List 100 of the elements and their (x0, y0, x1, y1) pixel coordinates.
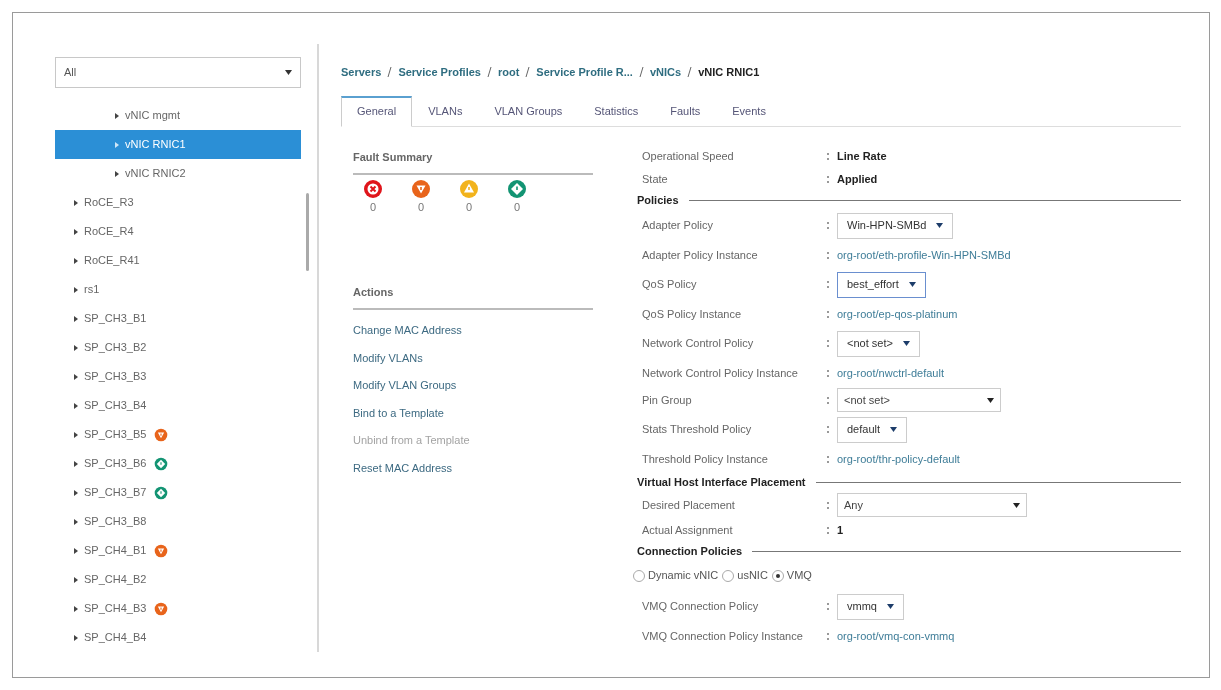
fault-count: 0 (369, 200, 377, 215)
expand-icon[interactable] (74, 460, 78, 467)
tree-item[interactable]: SP_CH3_B8 (55, 507, 301, 536)
tree-item[interactable]: rs1 (55, 275, 301, 304)
tree-item[interactable]: SP_CH4_B2 (55, 565, 301, 594)
tab[interactable]: VLAN Groups (478, 95, 579, 127)
fault-count: 0 (417, 200, 425, 215)
breadcrumb-link[interactable]: root (497, 64, 520, 81)
tree-item[interactable]: SP_CH4_B3 (55, 594, 301, 623)
breadcrumb-link[interactable]: Service Profile R... (536, 64, 633, 81)
field-label: Adapter Policy (641, 218, 714, 234)
expand-icon[interactable] (74, 257, 78, 264)
tree-label: vNIC RNIC1 (125, 137, 186, 153)
field-label: Threshold Policy Instance (641, 451, 769, 467)
tab[interactable]: Statistics (578, 95, 655, 127)
caret-icon (886, 604, 894, 609)
expand-icon[interactable] (74, 373, 78, 380)
tree-item[interactable]: vNIC RNIC2 (55, 159, 301, 188)
dropdown[interactable]: Any (837, 493, 1027, 517)
dropdown[interactable]: best_effort (837, 271, 926, 298)
expand-icon[interactable] (74, 576, 78, 583)
field-label: VMQ Connection Policy Instance (641, 628, 804, 644)
breadcrumb-link[interactable]: Service Profiles (398, 64, 481, 81)
dropdown[interactable]: default (837, 416, 908, 443)
instance-link[interactable]: org-root/ep-qos-platinum (837, 305, 958, 323)
expand-icon[interactable] (74, 605, 78, 612)
tree-item[interactable]: RoCE_R3 (55, 188, 301, 217)
radio-label: usNIC (737, 568, 768, 584)
tree-item[interactable]: SP_CH4_B1 (55, 536, 301, 565)
field-label: Pin Group (641, 392, 693, 408)
tree-item[interactable]: vNIC RNIC1 (55, 130, 301, 159)
expand-icon[interactable] (74, 286, 78, 293)
dropdown[interactable]: vmmq (837, 593, 904, 620)
expand-icon[interactable] (74, 431, 78, 438)
tree-item[interactable]: SP_CH3_B6 (55, 449, 301, 478)
breadcrumb-link[interactable]: Servers (341, 64, 382, 81)
expand-icon[interactable] (74, 228, 78, 235)
instance-link[interactable]: org-root/eth-profile-Win-HPN-SMBd (837, 246, 1011, 264)
action-link[interactable]: Modify VLANs (353, 349, 593, 366)
scrollbar[interactable] (306, 193, 309, 271)
tree-item[interactable]: RoCE_R41 (55, 246, 301, 275)
caret-icon (902, 341, 910, 346)
tree-item[interactable]: vNIC mgmt (55, 101, 301, 130)
instance-link[interactable]: org-root/thr-policy-default (837, 450, 960, 468)
field-label: QoS Policy Instance (641, 306, 743, 322)
field-value: 1 (837, 522, 844, 538)
caret-icon (987, 397, 994, 403)
tree-label: SP_CH3_B1 (84, 311, 147, 327)
expand-icon[interactable] (74, 402, 78, 409)
dropdown[interactable]: <not set> (837, 388, 1001, 412)
slash-icon (387, 67, 393, 78)
tree-label: SP_CH3_B6 (84, 456, 147, 472)
breadcrumb-link[interactable]: vNICs (649, 64, 682, 81)
slash-icon (525, 67, 531, 78)
expand-icon[interactable] (74, 315, 78, 322)
field-label: Stats Threshold Policy (641, 422, 753, 438)
expand-icon[interactable] (74, 547, 78, 554)
tree-label: rs1 (84, 282, 100, 298)
tree-label: RoCE_R3 (84, 195, 134, 211)
action-link[interactable]: Change MAC Address (353, 322, 593, 339)
expand-icon[interactable] (74, 489, 78, 496)
field-label: QoS Policy (641, 277, 698, 293)
caret-icon (936, 223, 944, 228)
tree-label: SP_CH3_B8 (84, 514, 147, 530)
dropdown[interactable]: Win-HPN-SMBd (837, 212, 954, 239)
action-link[interactable]: Bind to a Template (353, 404, 593, 421)
instance-link[interactable]: org-root/nwctrl-default (837, 364, 944, 382)
expand-icon[interactable] (74, 199, 78, 206)
dropdown[interactable]: <not set> (837, 330, 920, 357)
field-value: Line Rate (837, 148, 887, 164)
tab[interactable]: VLANs (412, 95, 479, 127)
tree-item[interactable]: SP_CH3_B1 (55, 304, 301, 333)
section-heading: Virtual Host Interface Placement (637, 474, 806, 490)
tree-item[interactable]: SP_CH3_B3 (55, 362, 301, 391)
tree-item[interactable]: SP_CH4_B4 (55, 623, 301, 652)
fault-count: 0 (513, 200, 521, 215)
tab[interactable]: Faults (654, 95, 717, 127)
tab[interactable]: General (341, 95, 413, 127)
expand-icon[interactable] (74, 634, 78, 641)
tree-item[interactable]: RoCE_R4 (55, 217, 301, 246)
expand-icon[interactable] (74, 518, 78, 525)
tree-item[interactable]: SP_CH3_B2 (55, 333, 301, 362)
slash-icon (638, 67, 644, 78)
caret-icon (1013, 502, 1020, 508)
expand-icon[interactable] (74, 344, 78, 351)
expand-icon[interactable] (115, 112, 119, 119)
tab[interactable]: Events (716, 95, 782, 127)
field-label: Operational Speed (641, 148, 735, 164)
tree-item[interactable]: SP_CH3_B7 (55, 478, 301, 507)
instance-link[interactable]: org-root/vmq-con-vmmq (837, 627, 955, 645)
tree-item[interactable]: SP_CH3_B4 (55, 391, 301, 420)
slash-icon (687, 67, 693, 78)
radio-label: VMQ (786, 568, 812, 584)
filter-dropdown[interactable]: All (55, 57, 301, 88)
action-link[interactable]: Reset MAC Address (353, 459, 593, 476)
expand-icon[interactable] (115, 170, 119, 177)
tree-item[interactable]: SP_CH3_B5 (55, 420, 301, 449)
section-title: Fault Summary (353, 148, 593, 175)
action-link[interactable]: Modify VLAN Groups (353, 377, 593, 394)
tree-label: SP_CH3_B3 (84, 369, 147, 385)
